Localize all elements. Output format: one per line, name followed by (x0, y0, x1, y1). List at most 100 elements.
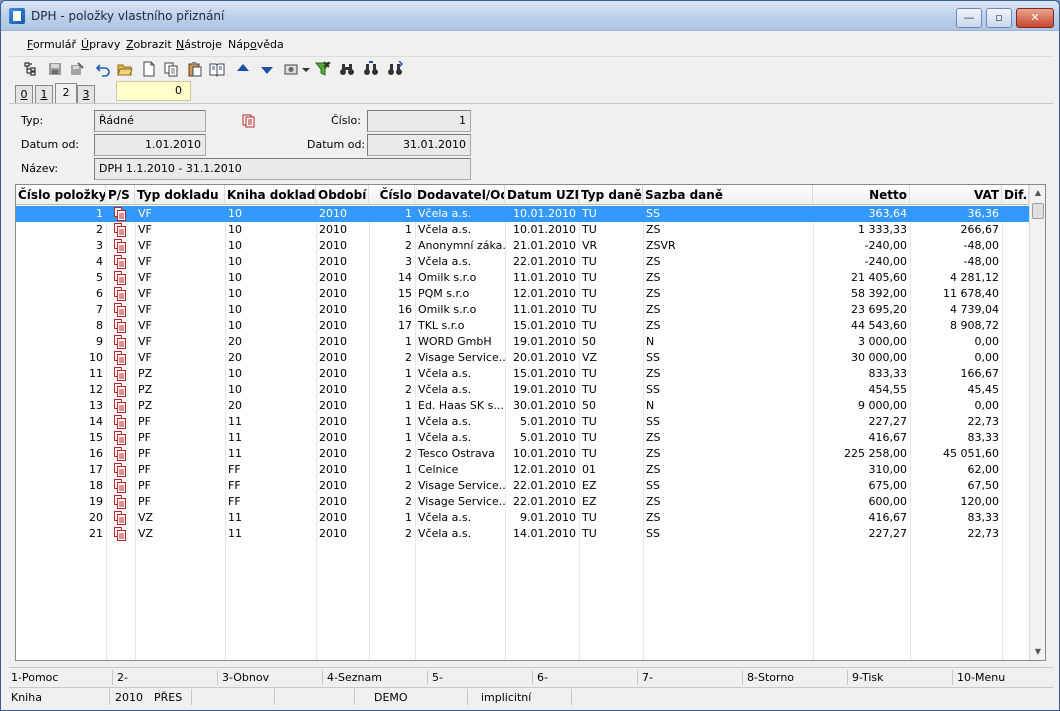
cell-kniha-dokladu[interactable]: FF (225, 478, 316, 494)
cell-datum-uzp[interactable]: 19.01.2010 (505, 334, 579, 350)
cell-sazba-dane[interactable]: ZS (643, 318, 813, 334)
cell-netto[interactable]: 44 543,60 (813, 318, 910, 334)
cell-kniha-dokladu[interactable]: 10 (225, 366, 316, 382)
cell-datum-uzp[interactable]: 22.01.2010 (505, 494, 579, 510)
cell-kniha-dokladu[interactable]: 11 (225, 526, 316, 542)
cell-sazba-dane[interactable]: ZS (643, 510, 813, 526)
cell-obdobi[interactable]: 2010 (316, 318, 369, 334)
cell-kniha-dokladu[interactable]: 10 (225, 302, 316, 318)
cell-kniha-dokladu[interactable]: FF (225, 494, 316, 510)
cell-kniha-dokladu[interactable]: 11 (225, 446, 316, 462)
tab-3[interactable]: 3 (77, 85, 95, 103)
cell-datum-uzp[interactable]: 15.01.2010 (505, 366, 579, 382)
cell-cislo-polozky[interactable]: 7 (16, 302, 106, 318)
open-folder-icon[interactable] (117, 61, 133, 77)
cell-vat[interactable]: 83,33 (910, 430, 1002, 446)
cell-vat[interactable]: 266,67 (910, 222, 1002, 238)
ps-document-icon[interactable] (114, 223, 126, 237)
cell-cislo[interactable]: 1 (369, 414, 415, 430)
cell-obdobi[interactable]: 2010 (316, 270, 369, 286)
cell-vat[interactable]: 67,50 (910, 478, 1002, 494)
cell-cislo[interactable]: 1 (369, 222, 415, 238)
cell-cislo-polozky[interactable]: 16 (16, 446, 106, 462)
binoculars-icon[interactable] (339, 61, 355, 77)
col-cislo-polozky[interactable]: Číslo položky (16, 185, 106, 205)
cell-typ-dane[interactable]: 50 (579, 398, 643, 414)
cell-cislo[interactable]: 2 (369, 494, 415, 510)
cell-obdobi[interactable]: 2010 (316, 462, 369, 478)
table-row[interactable]: 3 VF 10 2010 2 Anonymní záka... 21.01.2010 VR ZS… (16, 238, 1029, 254)
cell-netto[interactable]: 310,00 (813, 462, 910, 478)
col-sazba-dane[interactable]: Sazba daně (643, 185, 813, 205)
cell-datum-uzp[interactable]: 11.01.2010 (505, 270, 579, 286)
cell-cislo-polozky[interactable]: 4 (16, 254, 106, 270)
cell-obdobi[interactable]: 2010 (316, 494, 369, 510)
cell-dodavatel[interactable]: Celnice (415, 462, 505, 478)
cell-sazba-dane[interactable]: SS (643, 206, 813, 222)
cell-netto[interactable]: 600,00 (813, 494, 910, 510)
paste-icon[interactable] (187, 61, 203, 77)
grid-scrollbar[interactable]: ▲ ▼ (1029, 185, 1045, 660)
cell-cislo-polozky[interactable]: 21 (16, 526, 106, 542)
cell-obdobi[interactable]: 2010 (316, 526, 369, 542)
cell-typ-dane[interactable]: VR (579, 238, 643, 254)
cell-kniha-dokladu[interactable]: 20 (225, 398, 316, 414)
cell-vat[interactable]: 0,00 (910, 334, 1002, 350)
cell-dodavatel[interactable]: Visage Service... (415, 350, 505, 366)
cell-typ-dokladu[interactable]: VF (135, 286, 225, 302)
cell-datum-uzp[interactable]: 10.01.2010 (505, 222, 579, 238)
cell-netto[interactable]: 227,27 (813, 414, 910, 430)
cell-datum-uzp[interactable]: 21.01.2010 (505, 238, 579, 254)
cell-cislo-polozky[interactable]: 8 (16, 318, 106, 334)
cell-vat[interactable]: 120,00 (910, 494, 1002, 510)
menu-zobrazit[interactable]: Zobrazit (126, 38, 172, 51)
table-row[interactable]: 6 VF 10 2010 15 PQM s.r.o 12.01.2010 TU ZS 58 392… (16, 286, 1029, 302)
cell-typ-dane[interactable]: 01 (579, 462, 643, 478)
cell-netto[interactable]: -240,00 (813, 238, 910, 254)
cell-dodavatel[interactable]: Včela a.s. (415, 382, 505, 398)
undo-icon[interactable] (95, 61, 111, 77)
cell-typ-dane[interactable]: TU (579, 382, 643, 398)
cell-vat[interactable]: 166,67 (910, 366, 1002, 382)
cell-sazba-dane[interactable]: ZS (643, 254, 813, 270)
ps-document-icon[interactable] (114, 351, 126, 365)
cell-cislo-polozky[interactable]: 10 (16, 350, 106, 366)
cell-netto[interactable]: 363,64 (813, 206, 910, 222)
col-typ-dokladu[interactable]: Typ dokladu (135, 185, 225, 205)
table-row[interactable]: 17 PF FF 2010 1 Celnice 12.01.2010 01 ZS 310,00 62… (16, 462, 1029, 478)
cell-typ-dane[interactable]: TU (579, 366, 643, 382)
title-bar[interactable]: DPH - položky vlastního přiznání — ▫ ✕ (1, 1, 1059, 31)
cell-cislo-polozky[interactable]: 20 (16, 510, 106, 526)
table-row[interactable]: 13 PZ 20 2010 1 Ed. Haas SK s.... 30.01.2010 50… (16, 398, 1029, 414)
cell-typ-dokladu[interactable]: VZ (135, 526, 225, 542)
cell-typ-dokladu[interactable]: VF (135, 270, 225, 286)
cell-typ-dokladu[interactable]: PF (135, 494, 225, 510)
cell-vat[interactable]: 22,73 (910, 526, 1002, 542)
cell-vat[interactable]: 36,36 (910, 206, 1002, 222)
cell-kniha-dokladu[interactable]: 10 (225, 382, 316, 398)
cell-kniha-dokladu[interactable]: 11 (225, 510, 316, 526)
cell-netto[interactable]: 23 695,20 (813, 302, 910, 318)
cell-obdobi[interactable]: 2010 (316, 446, 369, 462)
table-row[interactable]: 5 VF 10 2010 14 Omilk s.r.o 11.01.2010 TU ZS 21 4… (16, 270, 1029, 286)
fkey-4[interactable]: 4-Seznam (327, 671, 382, 684)
cell-cislo[interactable]: 1 (369, 366, 415, 382)
cell-kniha-dokladu[interactable]: 10 (225, 286, 316, 302)
cell-sazba-dane[interactable]: N (643, 398, 813, 414)
cell-vat[interactable]: 4 281,12 (910, 270, 1002, 286)
cell-cislo[interactable]: 3 (369, 254, 415, 270)
cell-cislo-polozky[interactable]: 15 (16, 430, 106, 446)
cell-vat[interactable]: -48,00 (910, 238, 1002, 254)
cell-obdobi[interactable]: 2010 (316, 286, 369, 302)
col-dif[interactable]: Dif. (1002, 185, 1029, 205)
table-row[interactable]: 7 VF 10 2010 16 Omilk s.r.o 11.01.2010 TU ZS 23 6… (16, 302, 1029, 318)
cell-vat[interactable]: 62,00 (910, 462, 1002, 478)
cell-cislo-polozky[interactable]: 17 (16, 462, 106, 478)
table-row[interactable]: 4 VF 10 2010 3 Včela a.s. 22.01.2010 TU ZS -240,0… (16, 254, 1029, 270)
cell-kniha-dokladu[interactable]: 20 (225, 334, 316, 350)
fkey-2[interactable]: 2- (117, 671, 128, 684)
cell-dodavatel[interactable]: Visage Service... (415, 478, 505, 494)
cell-cislo[interactable]: 1 (369, 430, 415, 446)
cell-datum-uzp[interactable]: 5.01.2010 (505, 414, 579, 430)
cell-netto[interactable]: -240,00 (813, 254, 910, 270)
